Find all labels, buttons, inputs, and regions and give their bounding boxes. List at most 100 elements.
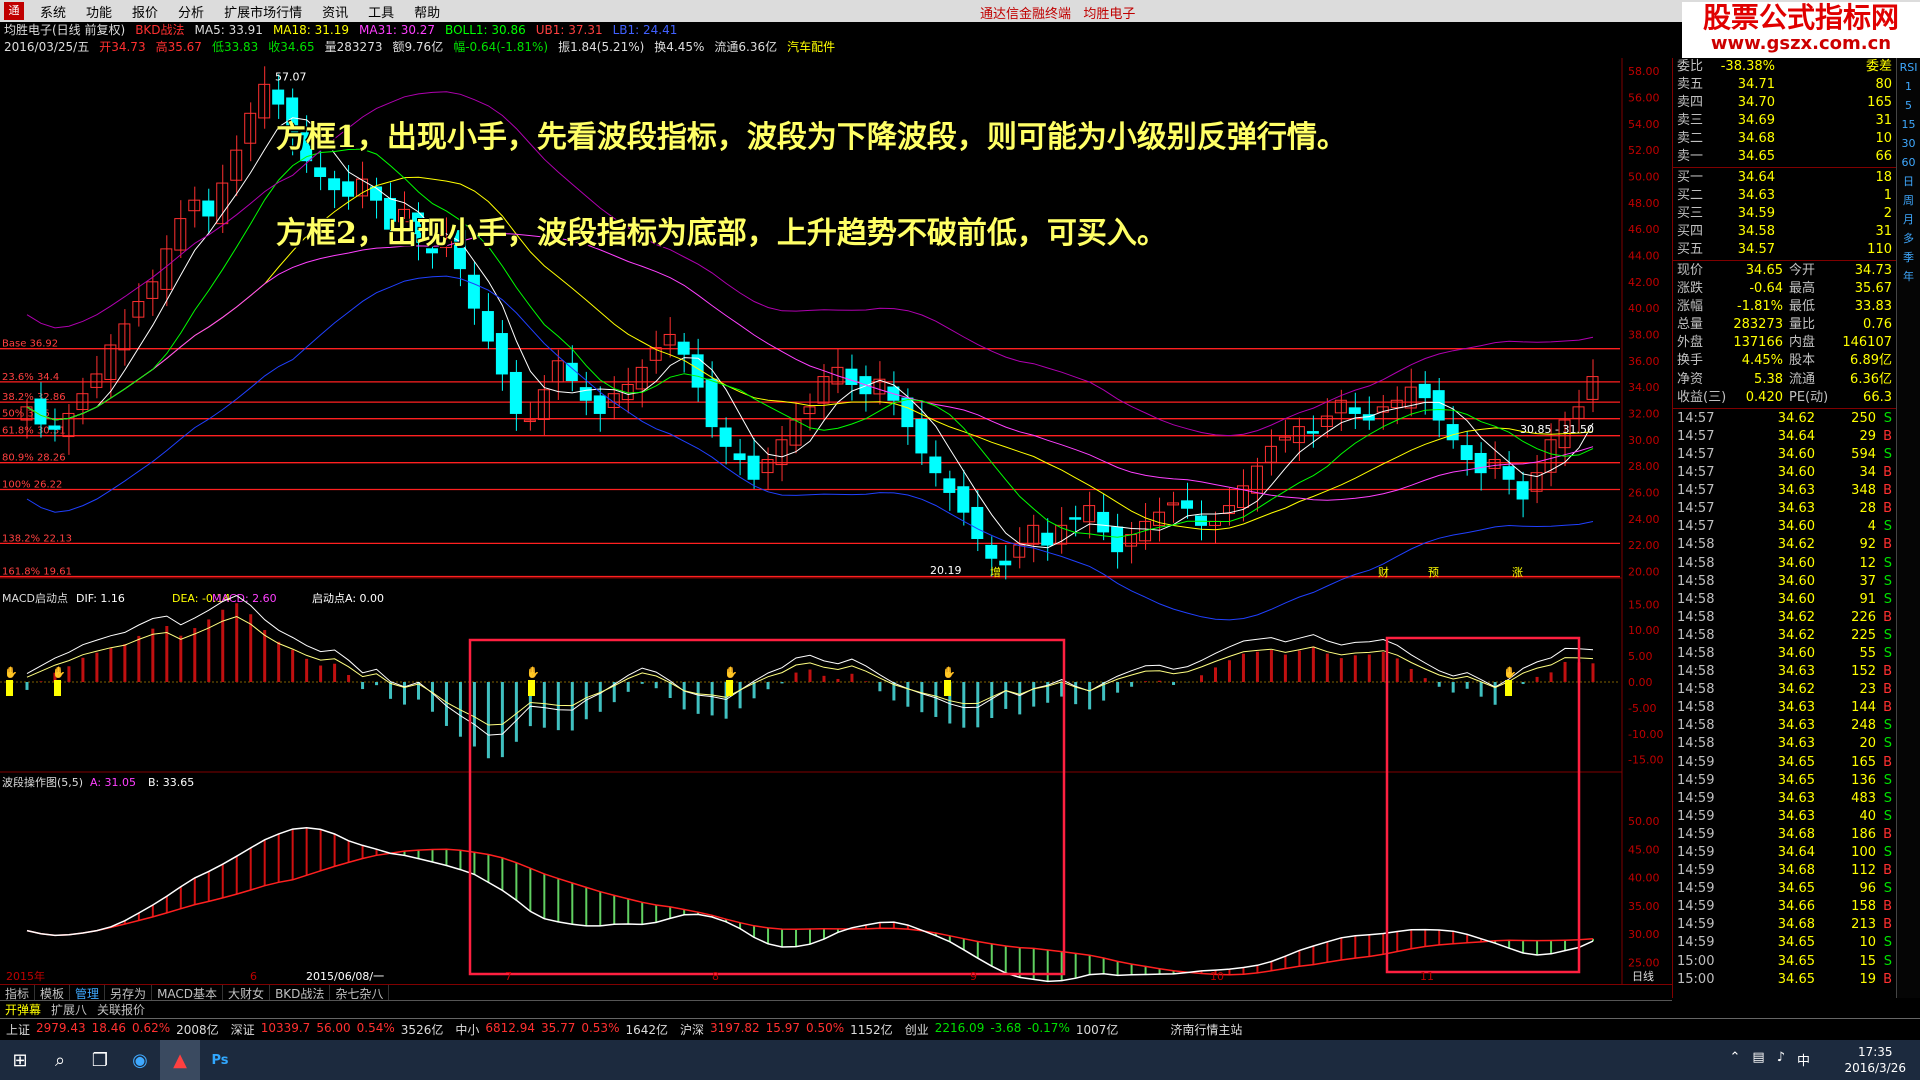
formula-tab[interactable]: 模板: [35, 985, 71, 1001]
search-icon[interactable]: ⌕: [40, 1040, 80, 1080]
clock[interactable]: 17:35 2016/3/26: [1844, 1044, 1906, 1076]
quote-row: 收益(三) 0.420 PE(动) 66.3: [1673, 389, 1896, 407]
tick-volume: 144: [1851, 700, 1876, 716]
side-icon-5[interactable]: 60: [1897, 153, 1920, 172]
annotation-line-1: 方框1，出现小手，先看波段指标，波段为下降波段，则可能为小级别反弹行情。: [276, 120, 1347, 155]
station-name[interactable]: 济南行情主站: [1164, 1021, 1248, 1038]
hand-icon: ✋: [1503, 666, 1517, 679]
menu-bar: 通 系统 功能 报价 分析 扩展市场行情 资讯 工具 帮助 通达信金融终端 均胜…: [0, 0, 1920, 22]
menu-tools[interactable]: 工具: [358, 2, 404, 21]
side-icon-9[interactable]: 多: [1897, 229, 1920, 248]
tick-volume: 91: [1859, 591, 1876, 607]
browser-icon[interactable]: ◉: [120, 1040, 160, 1080]
side-icon-10[interactable]: 季: [1897, 248, 1920, 267]
candle-body: [929, 456, 942, 474]
index-value: 3197.82: [710, 1021, 760, 1035]
quote-value: 137166: [1733, 335, 1783, 351]
tick-price: 34.65: [1777, 953, 1815, 969]
side-icon-6[interactable]: 日: [1897, 172, 1920, 191]
index-item[interactable]: 上证 2979.43 18.46 0.62% 2008亿: [0, 1021, 225, 1038]
menu-analysis[interactable]: 分析: [168, 2, 214, 21]
tick-price: 34.68: [1777, 826, 1815, 842]
price-tick-label: 50.00: [1628, 170, 1660, 183]
tick-side: B: [1883, 465, 1892, 481]
formula-tab[interactable]: MACD基本: [152, 985, 224, 1001]
order-book-volume: 80: [1875, 77, 1892, 92]
formula-tab[interactable]: 杂七杂八: [330, 985, 390, 1001]
price-tick-label: 56.00: [1628, 91, 1660, 104]
price-tick-label: 36.00: [1628, 355, 1660, 368]
menu-extended-market[interactable]: 扩展市场行情: [214, 2, 312, 21]
tick-side: S: [1883, 845, 1892, 860]
menu-news[interactable]: 资讯: [312, 2, 358, 21]
index-item[interactable]: 中小 6812.94 35.77 0.53% 1642亿: [449, 1021, 674, 1038]
order-book-price: 34.68: [1737, 131, 1775, 146]
formula-tab[interactable]: 管理: [70, 985, 106, 1001]
formula-tab[interactable]: 指标: [0, 985, 36, 1001]
side-icon-11[interactable]: 年: [1897, 267, 1920, 286]
volume-icon[interactable]: ♪: [1777, 1050, 1785, 1069]
extra-tab[interactable]: 扩展八: [46, 1001, 92, 1018]
boll-label: BOLL1: 30.86: [445, 23, 526, 37]
tick-volume: 20: [1859, 736, 1876, 752]
fib-label: 38.2% 32.86: [2, 392, 66, 403]
menu-system[interactable]: 系统: [30, 2, 76, 21]
network-icon[interactable]: ▤: [1752, 1050, 1764, 1069]
chart-area[interactable]: 20.00 22.00 24.00 26.00 28.00 30.00 32.00 34.00…: [0, 58, 1678, 990]
macd-legend: MACD: 2.60: [212, 592, 277, 605]
wave-tick-label: 25.00: [1628, 956, 1660, 969]
extra-tab[interactable]: 关联报价: [92, 1001, 150, 1018]
tick-side: B: [1883, 754, 1892, 770]
candle-body: [467, 274, 480, 309]
tick-time: 14:58: [1677, 736, 1715, 752]
quote-value: 146107: [1842, 335, 1892, 351]
chart-svg[interactable]: 20.00 22.00 24.00 26.00 28.00 30.00 32.00 34.00…: [0, 58, 1672, 984]
tick-time: 14:58: [1677, 555, 1715, 571]
hand-icon: ✋: [4, 666, 18, 679]
side-icon-4[interactable]: 30: [1897, 134, 1920, 153]
tick-price: 34.65: [1777, 881, 1815, 897]
tick-time: 14:58: [1677, 609, 1715, 625]
candle-body: [34, 398, 47, 425]
menu-function[interactable]: 功能: [76, 2, 122, 21]
change-label: 幅-0.64(-1.81%): [453, 40, 549, 54]
candle-body: [1446, 424, 1459, 441]
side-icon-3[interactable]: 15: [1897, 115, 1920, 134]
index-item[interactable]: 沪深 3197.82 15.97 0.50% 1152亿: [674, 1021, 899, 1038]
task-view-icon[interactable]: ❐: [80, 1040, 120, 1080]
index-item[interactable]: 深证 10339.7 56.00 0.54% 3526亿: [225, 1021, 450, 1038]
x-axis-label: 8: [712, 970, 719, 983]
side-icon-7[interactable]: 周: [1897, 191, 1920, 210]
order-book-price: 34.58: [1737, 224, 1775, 239]
candle-body: [328, 178, 341, 191]
photoshop-icon[interactable]: Ps: [200, 1040, 240, 1080]
windows-start-icon[interactable]: ⊞: [0, 1040, 40, 1080]
chevron-up-icon[interactable]: ⌃: [1729, 1050, 1740, 1069]
order-book-label: 委比: [1677, 59, 1704, 74]
high-annotation: 57.07: [275, 70, 307, 83]
ime-label[interactable]: 中: [1797, 1050, 1810, 1069]
quote-row: 换手 4.45% 股本 6.89亿: [1673, 352, 1896, 370]
app-logo-icon: 通: [4, 2, 24, 20]
formula-tab[interactable]: 大财女: [223, 985, 271, 1001]
index-item[interactable]: 创业 2216.09 -3.68 -0.17% 1007亿: [899, 1021, 1125, 1038]
side-icon-0[interactable]: RSI: [1897, 58, 1920, 77]
tick-side: B: [1883, 682, 1892, 698]
side-icon-8[interactable]: 月: [1897, 210, 1920, 229]
quote-label: 内盘: [1789, 335, 1816, 351]
side-icon-2[interactable]: 5: [1897, 96, 1920, 115]
side-icon-1[interactable]: 1: [1897, 77, 1920, 96]
formula-tab[interactable]: BKD战法: [270, 985, 331, 1001]
order-book-volume: 18: [1875, 170, 1892, 185]
wave-legend: A: 31.05: [90, 776, 136, 789]
tick-time: 15:00: [1677, 953, 1715, 969]
extra-tab[interactable]: 开弹幕: [0, 1001, 46, 1018]
candle-body: [733, 453, 746, 461]
formula-tab[interactable]: 另存为: [105, 985, 153, 1001]
order-book-row: 买四 34.58 31: [1673, 223, 1896, 241]
tdx-app-icon[interactable]: ▲: [160, 1040, 200, 1080]
menu-help[interactable]: 帮助: [404, 2, 450, 21]
tick-side: S: [1883, 446, 1892, 462]
order-book-row: 卖三 34.69 31: [1673, 112, 1896, 130]
menu-quote[interactable]: 报价: [122, 2, 168, 21]
